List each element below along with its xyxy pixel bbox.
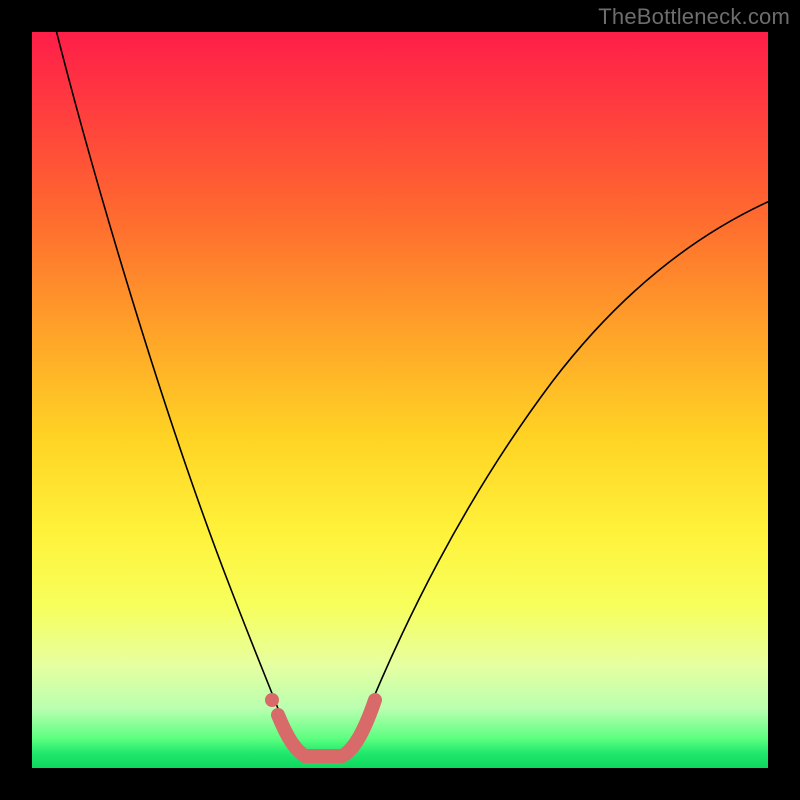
watermark-text: TheBottleneck.com <box>598 4 790 30</box>
highlight-dot <box>265 693 279 707</box>
highlight-right-stroke <box>342 700 375 756</box>
bottleneck-curve-left <box>54 22 287 732</box>
plot-area <box>32 32 768 768</box>
chart-frame: TheBottleneck.com <box>0 0 800 800</box>
highlight-left-stroke <box>278 715 305 756</box>
bottleneck-curve-right <box>360 200 772 730</box>
curve-svg <box>32 32 768 768</box>
